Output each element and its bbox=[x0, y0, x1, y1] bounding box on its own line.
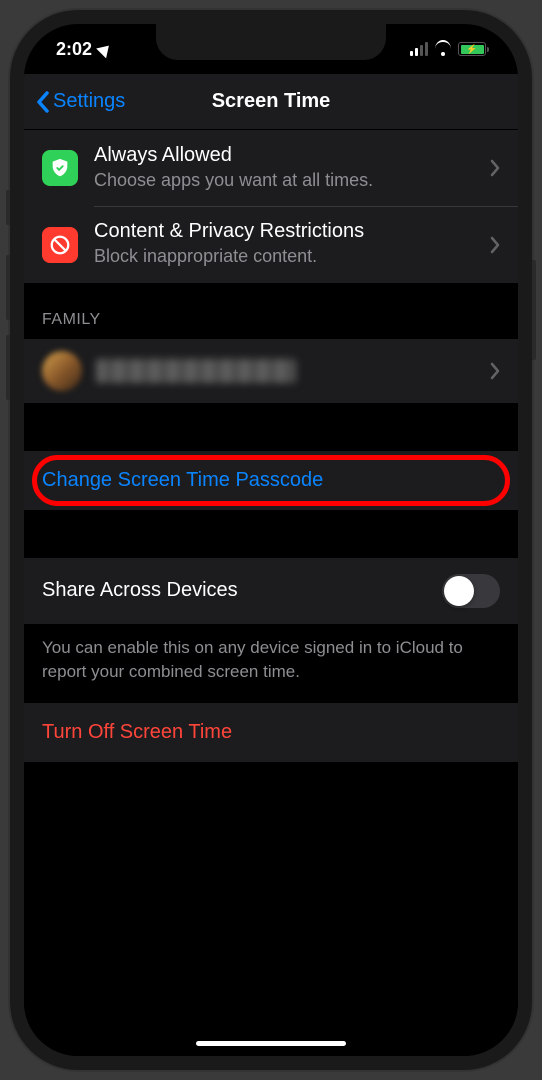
chevron-right-icon bbox=[490, 362, 500, 380]
navigation-bar: Settings Screen Time bbox=[24, 74, 518, 130]
no-entry-icon bbox=[42, 227, 78, 263]
content-privacy-row[interactable]: Content & Privacy Restrictions Block ina… bbox=[24, 206, 518, 282]
turn-off-screen-time-button[interactable]: Turn Off Screen Time bbox=[24, 703, 518, 762]
avatar bbox=[42, 351, 82, 391]
cellular-signal-icon bbox=[410, 42, 428, 56]
home-indicator[interactable] bbox=[196, 1041, 346, 1046]
status-time: 2:02 bbox=[56, 39, 92, 60]
wifi-icon bbox=[434, 42, 452, 56]
chevron-right-icon bbox=[490, 159, 500, 177]
row-subtitle: Block inappropriate content. bbox=[94, 245, 480, 268]
check-shield-icon bbox=[42, 150, 78, 186]
change-passcode-label: Change Screen Time Passcode bbox=[42, 469, 323, 491]
family-section-header: FAMILY bbox=[24, 283, 518, 339]
row-title: Always Allowed bbox=[94, 144, 480, 167]
settings-content[interactable]: Always Allowed Choose apps you want at a… bbox=[24, 130, 518, 1056]
row-subtitle: Choose apps you want at all times. bbox=[94, 169, 480, 192]
location-icon bbox=[96, 40, 114, 58]
change-passcode-button[interactable]: Change Screen Time Passcode bbox=[24, 451, 518, 510]
always-allowed-row[interactable]: Always Allowed Choose apps you want at a… bbox=[24, 130, 518, 206]
share-across-footer: You can enable this on any device signed… bbox=[24, 624, 518, 704]
turn-off-label: Turn Off Screen Time bbox=[42, 721, 232, 743]
share-across-toggle[interactable] bbox=[442, 574, 500, 608]
share-across-label: Share Across Devices bbox=[42, 579, 238, 602]
notch bbox=[156, 24, 386, 60]
battery-icon: ⚡ bbox=[458, 42, 486, 56]
back-button[interactable]: Settings bbox=[24, 90, 135, 113]
back-label: Settings bbox=[53, 90, 125, 113]
family-member-row[interactable] bbox=[24, 339, 518, 403]
screen: 2:02 ⚡ Settings Screen Time bbox=[24, 24, 518, 1056]
chevron-right-icon bbox=[490, 236, 500, 254]
share-across-devices-row: Share Across Devices bbox=[24, 558, 518, 624]
phone-frame: 2:02 ⚡ Settings Screen Time bbox=[10, 10, 532, 1070]
family-member-name-redacted bbox=[96, 359, 296, 383]
row-title: Content & Privacy Restrictions bbox=[94, 220, 480, 243]
chevron-back-icon bbox=[36, 91, 49, 113]
